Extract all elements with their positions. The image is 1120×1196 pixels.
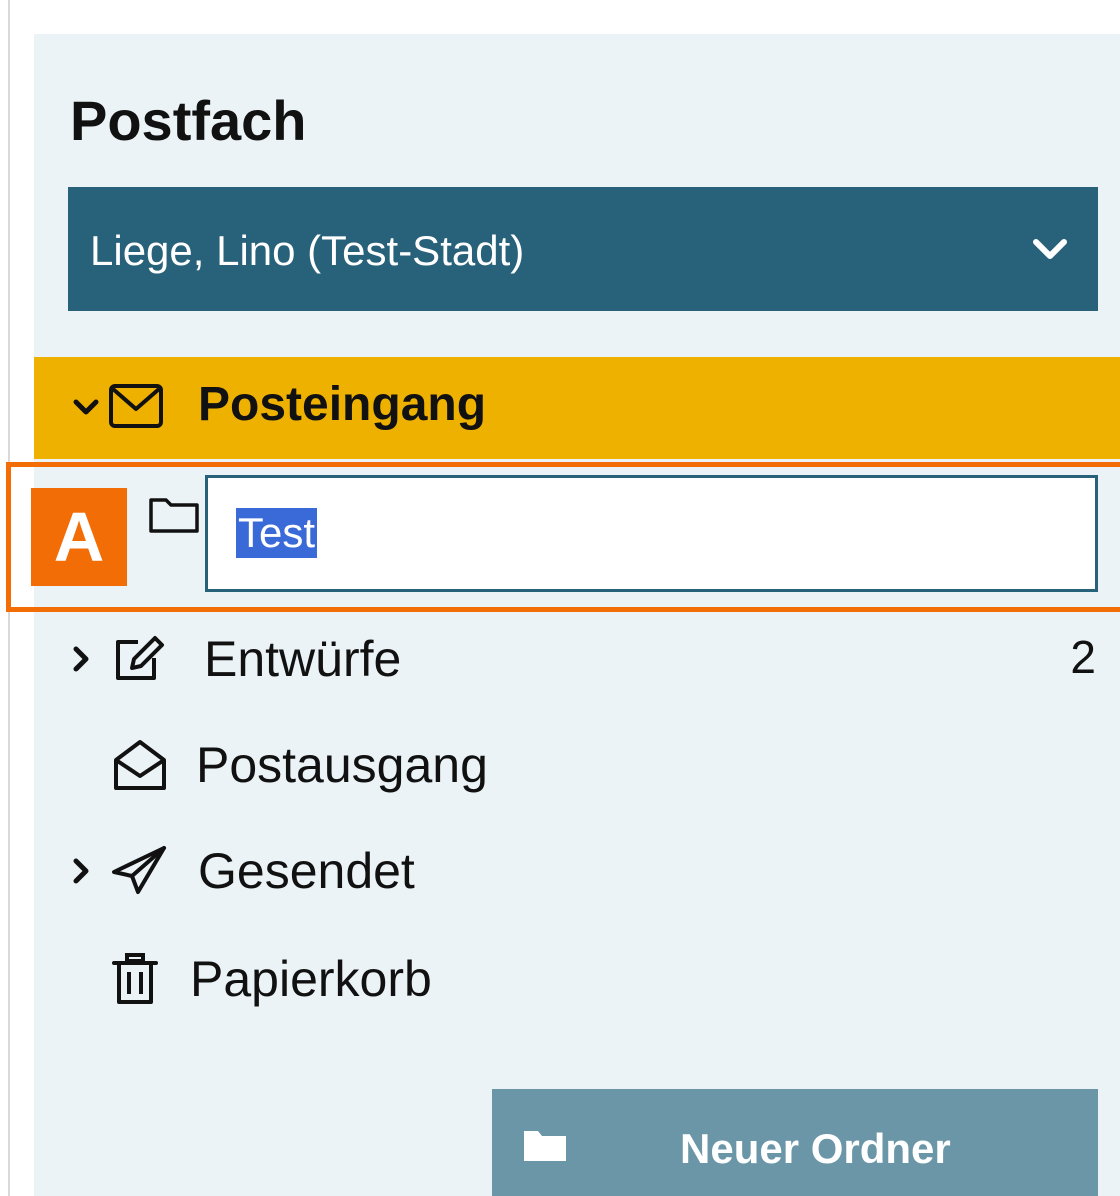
folder-rename-input[interactable]: Test: [205, 475, 1098, 592]
folder-item-label: Entwürfe: [204, 631, 402, 687]
mailbox-select[interactable]: Liege, Lino (Test-Stadt): [68, 187, 1098, 311]
unread-count: 2: [1070, 631, 1096, 683]
chevron-down-icon: [1033, 239, 1067, 259]
folder-item-label: Postausgang: [196, 737, 488, 793]
chevron-right-icon[interactable]: [68, 858, 94, 884]
paper-plane-icon: [112, 846, 166, 894]
folder-rename-value: Test: [236, 508, 318, 558]
envelope-icon: [109, 384, 163, 428]
folder-icon: [524, 1131, 566, 1161]
folder-icon: [149, 498, 199, 533]
chevron-down-icon[interactable]: [72, 393, 100, 421]
folder-item-label: Posteingang: [198, 378, 487, 431]
edit-icon: [116, 636, 164, 680]
folder-item-label: Gesendet: [198, 843, 415, 899]
folder-item-inbox[interactable]: Posteingang: [34, 357, 1120, 459]
folder-item-outbox[interactable]: Postausgang: [34, 714, 1120, 814]
annotation-badge: A: [31, 488, 127, 586]
chevron-right-icon[interactable]: [68, 646, 94, 672]
folder-item-drafts[interactable]: Entwürfe 2: [34, 608, 1120, 708]
trash-icon: [112, 953, 158, 1004]
new-folder-label: Neuer Ordner: [680, 1125, 951, 1172]
folder-item-label: Papierkorb: [190, 951, 432, 1007]
new-folder-button[interactable]: Neuer Ordner: [492, 1089, 1098, 1196]
folder-item-sent[interactable]: Gesendet: [34, 820, 1120, 920]
open-envelope-icon: [114, 740, 166, 790]
folder-item-trash[interactable]: Papierkorb: [34, 928, 1120, 1028]
mailbox-select-value: Liege, Lino (Test-Stadt): [90, 227, 525, 274]
sidebar-title: Postfach: [70, 89, 307, 152]
